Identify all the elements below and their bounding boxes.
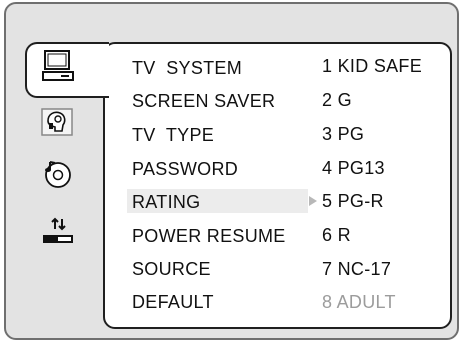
general-setup-icon[interactable] bbox=[40, 48, 76, 84]
menu-item-power-resume[interactable]: POWER RESUME bbox=[132, 225, 286, 247]
audio-setup-icon[interactable] bbox=[40, 156, 76, 192]
option-nc-17[interactable]: 7 NC-17 bbox=[322, 258, 391, 280]
pointer-arrow-icon bbox=[309, 196, 317, 206]
menu-item-tv-system[interactable]: TV SYSTEM bbox=[132, 57, 242, 79]
preference-setup-icon[interactable] bbox=[40, 213, 76, 249]
option-r[interactable]: 6 R bbox=[322, 224, 351, 246]
menu-item-screen-saver[interactable]: SCREEN SAVER bbox=[132, 90, 275, 112]
option-g[interactable]: 2 G bbox=[322, 89, 352, 111]
menu-item-default[interactable]: DEFAULT bbox=[132, 291, 214, 313]
menu-item-rating[interactable]: RATING bbox=[132, 191, 200, 213]
speaker-setup-icon[interactable] bbox=[40, 105, 76, 141]
menu-panel bbox=[103, 42, 452, 329]
tab-connector bbox=[100, 44, 108, 96]
menu-item-tv-type[interactable]: TV TYPE bbox=[132, 124, 214, 146]
menu-item-password[interactable]: PASSWORD bbox=[132, 158, 238, 180]
option-pg[interactable]: 3 PG bbox=[322, 123, 364, 145]
option-adult: 8 ADULT bbox=[322, 292, 396, 312]
menu-item-source[interactable]: SOURCE bbox=[132, 258, 211, 280]
option-pg-r[interactable]: 5 PG-R bbox=[322, 190, 384, 212]
option-kid-safe[interactable]: 1 KID SAFE bbox=[322, 55, 422, 77]
option-pg13[interactable]: 4 PG13 bbox=[322, 157, 385, 179]
